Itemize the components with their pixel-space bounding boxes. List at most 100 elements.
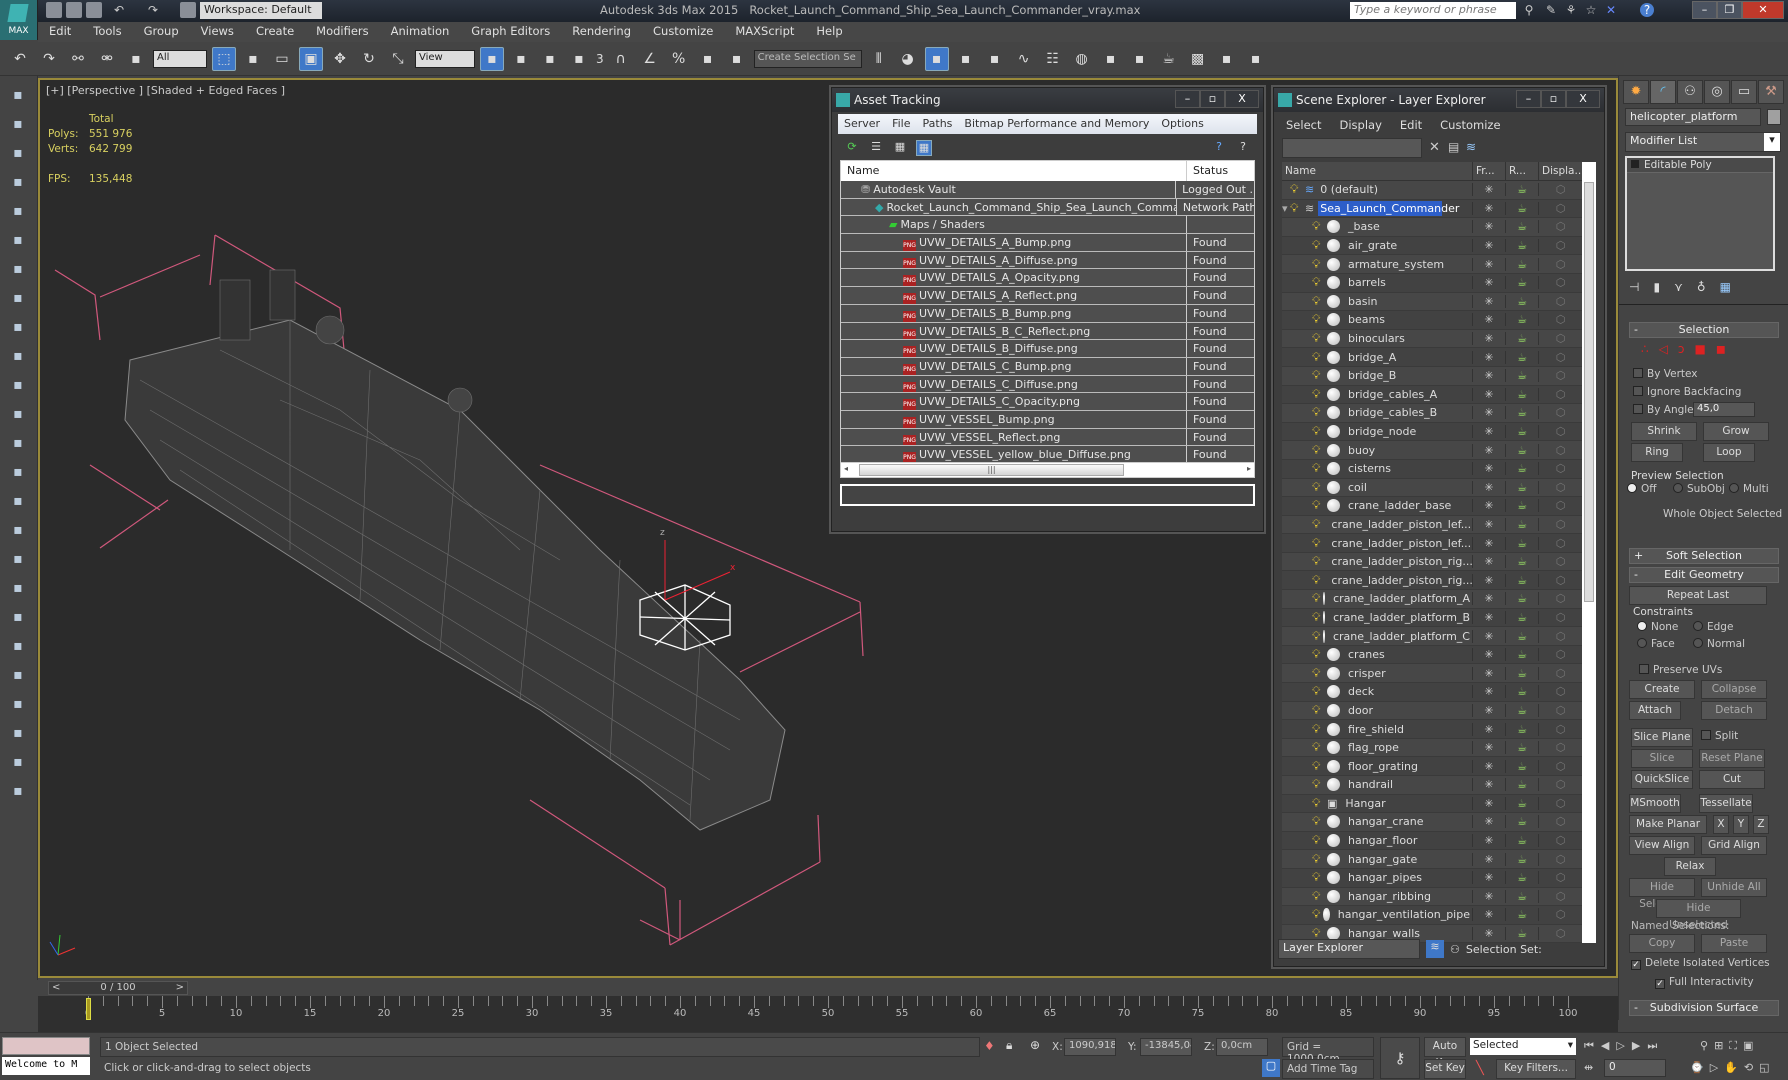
quickslice-button[interactable]: QuickSlice (1631, 770, 1693, 789)
rect-selection-icon[interactable]: ▭ (270, 47, 294, 71)
display-box-icon[interactable]: ⬡ (1538, 890, 1582, 903)
curve-editor-icon[interactable]: ∿ (1012, 47, 1036, 71)
list-icon[interactable]: ▪ (7, 142, 29, 164)
x-coordinate-field[interactable]: 1090,918cı (1064, 1038, 1116, 1056)
list-view-icon[interactable]: ☰ (868, 140, 884, 156)
box-icon[interactable]: ▪ (7, 316, 29, 338)
angle-spinner[interactable]: 45,0 (1693, 402, 1755, 417)
relax-button[interactable]: Relax (1664, 857, 1716, 876)
remove-modifier-icon[interactable]: ♁ (1697, 280, 1706, 294)
pivot-icon[interactable]: ▪ (509, 47, 533, 71)
object-row[interactable]: 💡︎hangar_crane✳☕︎⬡ (1282, 813, 1582, 832)
visibility-bulb-icon[interactable]: 💡︎ (1312, 591, 1320, 606)
scene-menu-customize[interactable]: Customize (1440, 118, 1500, 132)
renderable-teapot-icon[interactable]: ☕︎ (1505, 369, 1538, 382)
object-row[interactable]: 💡︎hangar_pipes✳☕︎⬡ (1282, 869, 1582, 888)
collapse-button[interactable]: Collapse (1701, 680, 1767, 699)
renderable-teapot-icon[interactable]: ☕︎ (1505, 518, 1538, 531)
grid-icon[interactable]: ▪ (7, 722, 29, 744)
column-render[interactable]: R... (1505, 162, 1538, 180)
visibility-bulb-icon[interactable]: 💡︎ (1312, 536, 1320, 551)
display-box-icon[interactable]: ⬡ (1538, 220, 1582, 233)
preview-off-radio[interactable]: Off (1627, 483, 1657, 495)
schematic-view-icon[interactable]: ☷ (1041, 47, 1065, 71)
planar-z-button[interactable]: Z (1753, 815, 1769, 834)
preserve-uvs-checkbox[interactable]: Preserve UVs (1639, 664, 1722, 676)
visibility-bulb-icon[interactable]: 💡︎ (1312, 610, 1320, 625)
renderable-teapot-icon[interactable]: ☕︎ (1505, 406, 1538, 419)
vertical-scrollbar[interactable] (1582, 162, 1596, 943)
renderable-teapot-icon[interactable]: ☕︎ (1505, 276, 1538, 289)
slice-button[interactable]: Slice (1631, 749, 1693, 768)
object-row[interactable]: 💡︎flag_rope✳☕︎⬡ (1282, 739, 1582, 758)
renderable-teapot-icon[interactable]: ☕︎ (1505, 778, 1538, 791)
polygon-mode-icon[interactable]: ■ (1694, 342, 1705, 356)
torus-icon[interactable]: ▪ (7, 461, 29, 483)
visibility-bulb-icon[interactable]: 💡︎ (1312, 257, 1324, 272)
display-box-icon[interactable]: ⬡ (1538, 853, 1582, 866)
light-icon[interactable]: ▪ (7, 200, 29, 222)
layer-row[interactable]: ▾💡︎≋Sea_Launch_Commander✳☕︎⬡ (1282, 200, 1582, 219)
scene-explorer-titlebar[interactable]: Scene Explorer - Layer Explorer –▫X (1274, 88, 1604, 112)
helper-icon[interactable]: ▪ (7, 229, 29, 251)
thumbnail-view-icon[interactable]: ▦ (892, 140, 908, 156)
freeze-icon[interactable]: ✳ (1472, 351, 1505, 364)
display-box-icon[interactable]: ⬡ (1538, 425, 1582, 438)
camera-icon[interactable]: ▪ (7, 258, 29, 280)
visibility-bulb-icon[interactable]: 💡︎ (1312, 461, 1324, 476)
menu-customize[interactable]: Customize (642, 22, 724, 42)
display-box-icon[interactable]: ⬡ (1538, 908, 1582, 921)
asset-row[interactable]: PNGUVW_DETAILS_B_C_Reflect.pngFound (841, 323, 1254, 341)
visibility-bulb-icon[interactable]: 💡︎ (1312, 517, 1320, 532)
renderable-teapot-icon[interactable]: ☕︎ (1505, 444, 1538, 457)
freeze-icon[interactable]: ✳ (1472, 425, 1505, 438)
time-slider-thumb[interactable]: <0 / 100> (48, 981, 188, 995)
view-align-button[interactable]: View Align (1629, 836, 1695, 855)
asset-menu-file[interactable]: File (892, 117, 910, 131)
renderable-teapot-icon[interactable]: ☕︎ (1505, 295, 1538, 308)
freeze-icon[interactable]: ✳ (1472, 220, 1505, 233)
column-name[interactable]: Name (1282, 162, 1472, 180)
visibility-bulb-icon[interactable]: 💡︎ (1312, 480, 1324, 495)
utilities-tab-icon[interactable]: ⚒ (1758, 80, 1784, 104)
maximize-button[interactable]: ▫ (1200, 90, 1225, 108)
material-editor-icon[interactable]: ◍ (1070, 47, 1094, 71)
sphere2-icon[interactable]: ▪ (7, 693, 29, 715)
object-row[interactable]: 💡︎bridge_node✳☕︎⬡ (1282, 423, 1582, 442)
display-box-icon[interactable]: ⬡ (1538, 388, 1582, 401)
scene-menu-edit[interactable]: Edit (1400, 118, 1422, 132)
border-mode-icon[interactable]: ↄ (1678, 342, 1685, 356)
asset-row[interactable]: PNGUVW_DETAILS_A_Diffuse.pngFound (841, 252, 1254, 270)
asset-menu-paths[interactable]: Paths (923, 117, 953, 131)
object-row[interactable]: 💡︎buoy✳☕︎⬡ (1282, 441, 1582, 460)
unhide-all-button[interactable]: Unhide All (1701, 878, 1767, 897)
freeze-icon[interactable]: ✳ (1472, 313, 1505, 326)
toolbar-options-icon[interactable]: ▪ (1244, 47, 1268, 71)
object-row[interactable]: 💡︎▣Hangar✳☕︎⬡ (1282, 795, 1582, 814)
z-coordinate-field[interactable]: 0,0cm (1216, 1038, 1268, 1056)
object-row[interactable]: 💡︎fire_shield✳☕︎⬡ (1282, 720, 1582, 739)
freeze-icon[interactable]: ✳ (1472, 332, 1505, 345)
visibility-bulb-icon[interactable]: 💡︎ (1312, 684, 1324, 699)
object-row[interactable]: 💡︎armature_system✳☕︎⬡ (1282, 255, 1582, 274)
cone-icon[interactable]: ▪ (7, 403, 29, 425)
display-box-icon[interactable]: ⬡ (1538, 797, 1582, 810)
scene-menu-display[interactable]: Display (1339, 118, 1381, 132)
hierarchy-tab-icon[interactable]: ⚇ (1677, 80, 1703, 104)
display-box-icon[interactable]: ⬡ (1538, 239, 1582, 252)
shape-icon[interactable]: ▪ (7, 548, 29, 570)
column-display[interactable]: Displa... (1538, 162, 1582, 180)
display-box-icon[interactable]: ⬡ (1538, 834, 1582, 847)
object-row[interactable]: 💡︎cranes✳☕︎⬡ (1282, 646, 1582, 665)
renderable-teapot-icon[interactable]: ☕︎ (1505, 425, 1538, 438)
object-row[interactable]: 💡︎crane_ladder_platform_A✳☕︎⬡ (1282, 590, 1582, 609)
asset-row[interactable]: PNGUVW_DETAILS_C_Opacity.pngFound (841, 393, 1254, 411)
scene-search-input[interactable] (1282, 138, 1422, 158)
selection-filter-dropdown[interactable]: All (153, 50, 207, 68)
freeze-icon[interactable]: ✳ (1472, 797, 1505, 810)
menu-group[interactable]: Group (133, 22, 190, 42)
expand-arrow-icon[interactable]: ▾ (1282, 202, 1290, 215)
app-menu-button[interactable]: MAX (0, 0, 38, 40)
window-crossing-icon[interactable]: ▣ (299, 47, 323, 71)
asset-row[interactable]: PNGUVW_VESSEL_Bump.pngFound (841, 411, 1254, 429)
